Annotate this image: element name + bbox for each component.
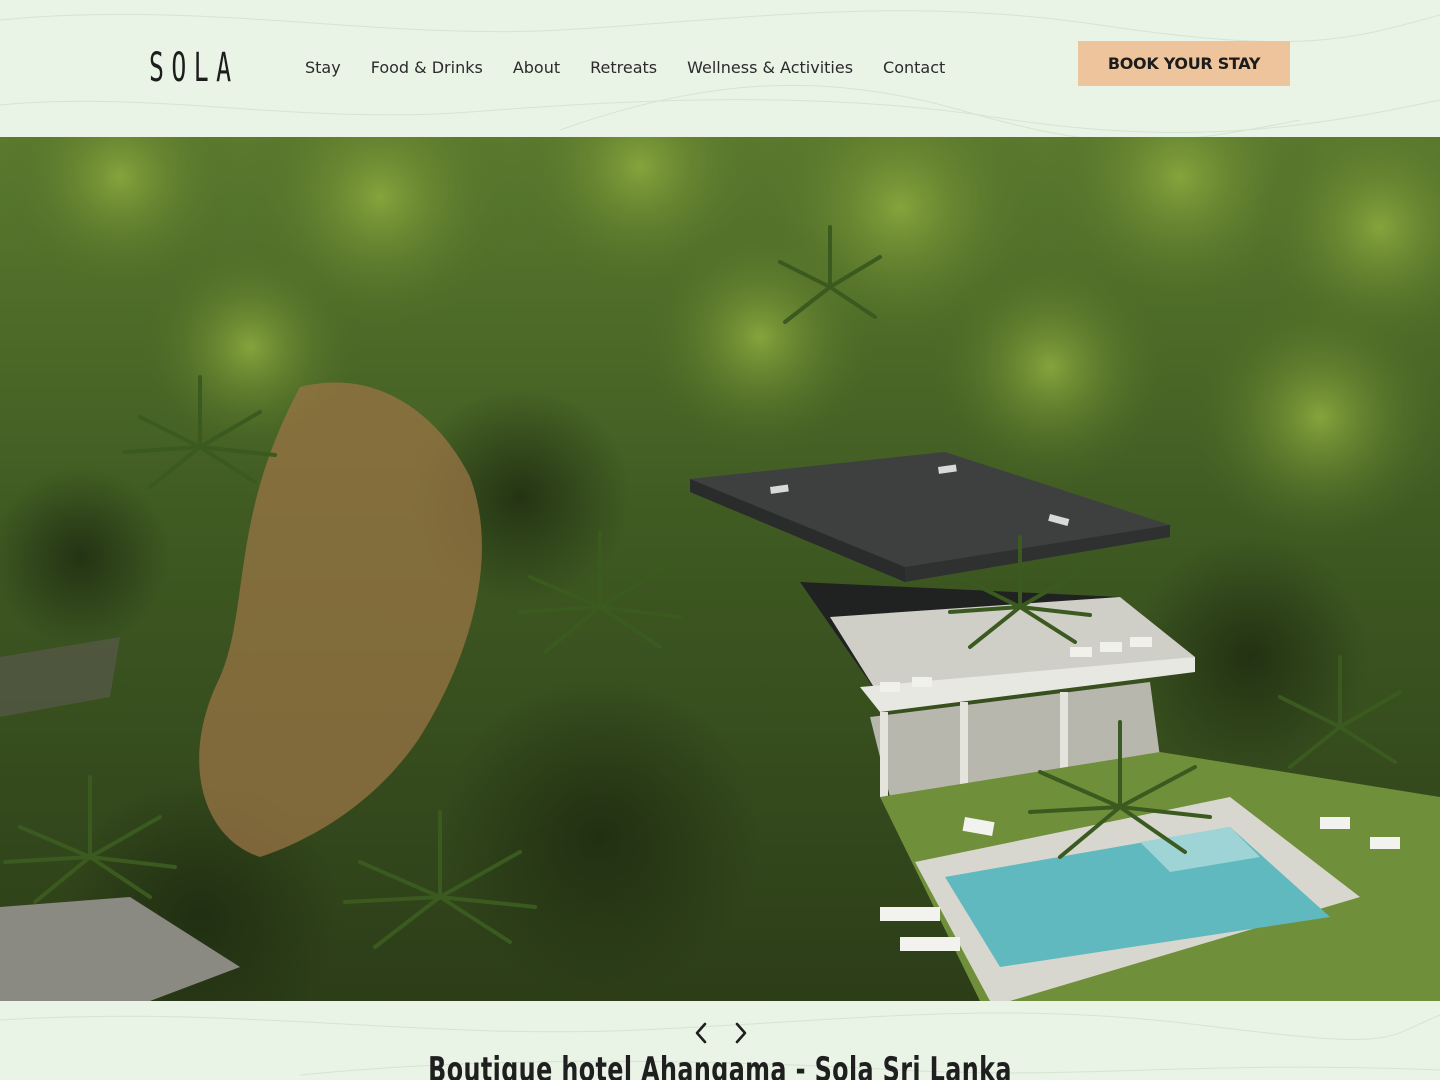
slider-controls	[690, 1020, 752, 1046]
nav-food-drinks[interactable]: Food & Drinks	[371, 57, 483, 79]
chevron-right-icon[interactable]	[730, 1020, 752, 1046]
nav-retreats[interactable]: Retreats	[590, 57, 657, 79]
nav-about[interactable]: About	[513, 57, 560, 79]
book-your-stay-button[interactable]: BOOK YOUR STAY	[1078, 41, 1290, 86]
nav-wellness-activities[interactable]: Wellness & Activities	[687, 57, 853, 79]
sola-logo[interactable]: SOLA	[149, 46, 238, 90]
main-nav: Stay Food & Drinks About Retreats Wellne…	[305, 57, 945, 79]
hero-image	[0, 137, 1440, 1001]
aerial-photo	[0, 137, 1440, 1001]
nav-stay[interactable]: Stay	[305, 57, 341, 79]
page-headline: Boutique hotel Ahangama - Sola Sri Lanka	[428, 1050, 1012, 1080]
site-header: SOLA Stay Food & Drinks About Retreats W…	[0, 0, 1440, 137]
nav-contact[interactable]: Contact	[883, 57, 945, 79]
chevron-left-icon[interactable]	[690, 1020, 712, 1046]
